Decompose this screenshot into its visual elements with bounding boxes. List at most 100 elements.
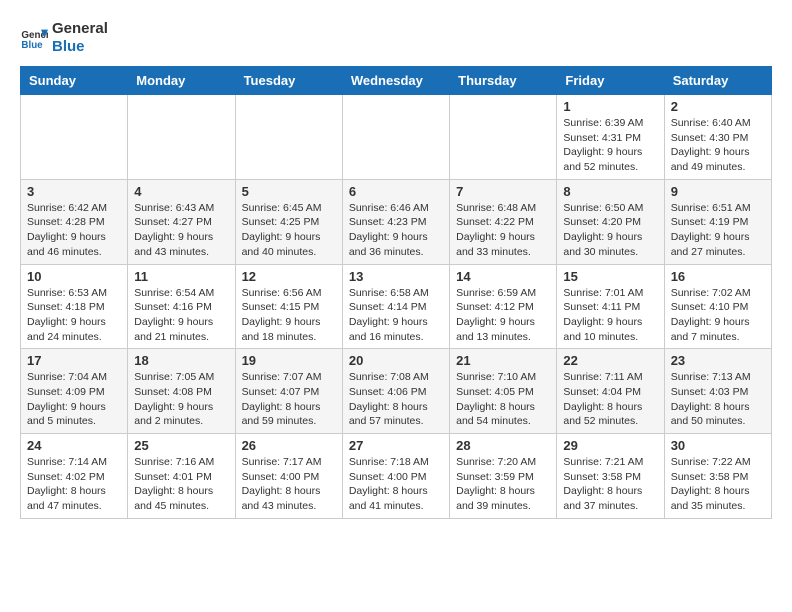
day-number: 14 xyxy=(456,269,550,284)
day-info: Sunrise: 6:39 AM Sunset: 4:31 PM Dayligh… xyxy=(563,116,657,175)
day-info: Sunrise: 6:42 AM Sunset: 4:28 PM Dayligh… xyxy=(27,201,121,260)
day-info: Sunrise: 7:16 AM Sunset: 4:01 PM Dayligh… xyxy=(134,455,228,514)
day-number: 30 xyxy=(671,438,765,453)
weekday-header-friday: Friday xyxy=(557,67,664,95)
day-number: 26 xyxy=(242,438,336,453)
calendar-cell: 21 Sunrise: 7:10 AM Sunset: 4:05 PM Dayli… xyxy=(450,349,557,434)
calendar-cell: 15Sunrise: 7:01 AM Sunset: 4:11 PM Dayli… xyxy=(557,264,664,349)
calendar-cell: 25 Sunrise: 7:16 AM Sunset: 4:01 PM Dayli… xyxy=(128,434,235,519)
calendar-cell: 7 Sunrise: 6:48 AM Sunset: 4:22 PM Daylig… xyxy=(450,179,557,264)
day-info: Sunrise: 7:08 AM Sunset: 4:06 PM Dayligh… xyxy=(349,370,443,429)
day-info: Sunrise: 7:02 AM Sunset: 4:10 PM Dayligh… xyxy=(671,286,765,345)
svg-text:Blue: Blue xyxy=(21,40,43,51)
week-row-2: 3 Sunrise: 6:42 AM Sunset: 4:28 PM Daylig… xyxy=(21,179,772,264)
week-row-4: 17 Sunrise: 7:04 AM Sunset: 4:09 PM Dayli… xyxy=(21,349,772,434)
day-number: 5 xyxy=(242,184,336,199)
day-number: 18 xyxy=(134,353,228,368)
calendar-cell: 2 Sunrise: 6:40 AM Sunset: 4:30 PM Daylig… xyxy=(664,95,771,180)
calendar-cell: 20 Sunrise: 7:08 AM Sunset: 4:06 PM Dayli… xyxy=(342,349,449,434)
day-number: 16 xyxy=(671,269,765,284)
day-info: Sunrise: 7:17 AM Sunset: 4:00 PM Dayligh… xyxy=(242,455,336,514)
day-number: 11 xyxy=(134,269,228,284)
calendar-cell: 10Sunrise: 6:53 AM Sunset: 4:18 PM Dayli… xyxy=(21,264,128,349)
logo-text-general: General xyxy=(52,20,108,38)
calendar-cell: 1 Sunrise: 6:39 AM Sunset: 4:31 PM Daylig… xyxy=(557,95,664,180)
calendar-table: SundayMondayTuesdayWednesdayThursdayFrid… xyxy=(20,66,772,519)
weekday-header-thursday: Thursday xyxy=(450,67,557,95)
calendar-cell: 14 Sunrise: 6:59 AM Sunset: 4:12 PM Dayli… xyxy=(450,264,557,349)
day-number: 7 xyxy=(456,184,550,199)
day-number: 6 xyxy=(349,184,443,199)
day-info: Sunrise: 6:48 AM Sunset: 4:22 PM Dayligh… xyxy=(456,201,550,260)
day-info: Sunrise: 6:58 AM Sunset: 4:14 PM Dayligh… xyxy=(349,286,443,345)
day-info: Sunrise: 6:54 AM Sunset: 4:16 PM Dayligh… xyxy=(134,286,228,345)
weekday-header-sunday: Sunday xyxy=(21,67,128,95)
week-row-5: 24Sunrise: 7:14 AM Sunset: 4:02 PM Dayli… xyxy=(21,434,772,519)
day-info: Sunrise: 7:05 AM Sunset: 4:08 PM Dayligh… xyxy=(134,370,228,429)
day-info: Sunrise: 7:21 AM Sunset: 3:58 PM Dayligh… xyxy=(563,455,657,514)
day-info: Sunrise: 6:50 AM Sunset: 4:20 PM Dayligh… xyxy=(563,201,657,260)
day-info: Sunrise: 7:14 AM Sunset: 4:02 PM Dayligh… xyxy=(27,455,121,514)
calendar-cell: 18 Sunrise: 7:05 AM Sunset: 4:08 PM Dayli… xyxy=(128,349,235,434)
weekday-header-tuesday: Tuesday xyxy=(235,67,342,95)
calendar-cell: 17 Sunrise: 7:04 AM Sunset: 4:09 PM Dayli… xyxy=(21,349,128,434)
day-number: 4 xyxy=(134,184,228,199)
calendar-cell: 5 Sunrise: 6:45 AM Sunset: 4:25 PM Daylig… xyxy=(235,179,342,264)
day-info: Sunrise: 7:13 AM Sunset: 4:03 PM Dayligh… xyxy=(671,370,765,429)
week-row-3: 10Sunrise: 6:53 AM Sunset: 4:18 PM Dayli… xyxy=(21,264,772,349)
day-number: 19 xyxy=(242,353,336,368)
calendar-cell: 16 Sunrise: 7:02 AM Sunset: 4:10 PM Dayli… xyxy=(664,264,771,349)
calendar-cell: 29 Sunrise: 7:21 AM Sunset: 3:58 PM Dayli… xyxy=(557,434,664,519)
calendar-cell: 12 Sunrise: 6:56 AM Sunset: 4:15 PM Dayli… xyxy=(235,264,342,349)
day-info: Sunrise: 6:56 AM Sunset: 4:15 PM Dayligh… xyxy=(242,286,336,345)
day-number: 20 xyxy=(349,353,443,368)
calendar-cell: 6Sunrise: 6:46 AM Sunset: 4:23 PM Daylig… xyxy=(342,179,449,264)
day-number: 3 xyxy=(27,184,121,199)
day-info: Sunrise: 6:43 AM Sunset: 4:27 PM Dayligh… xyxy=(134,201,228,260)
day-number: 8 xyxy=(563,184,657,199)
calendar-cell: 9Sunrise: 6:51 AM Sunset: 4:19 PM Daylig… xyxy=(664,179,771,264)
day-info: Sunrise: 7:01 AM Sunset: 4:11 PM Dayligh… xyxy=(563,286,657,345)
day-info: Sunrise: 6:59 AM Sunset: 4:12 PM Dayligh… xyxy=(456,286,550,345)
calendar-cell: 28Sunrise: 7:20 AM Sunset: 3:59 PM Dayli… xyxy=(450,434,557,519)
day-info: Sunrise: 6:45 AM Sunset: 4:25 PM Dayligh… xyxy=(242,201,336,260)
calendar-cell: 27 Sunrise: 7:18 AM Sunset: 4:00 PM Dayli… xyxy=(342,434,449,519)
day-number: 17 xyxy=(27,353,121,368)
day-number: 28 xyxy=(456,438,550,453)
calendar-cell xyxy=(235,95,342,180)
day-number: 22 xyxy=(563,353,657,368)
day-number: 25 xyxy=(134,438,228,453)
calendar-cell: 30 Sunrise: 7:22 AM Sunset: 3:58 PM Dayli… xyxy=(664,434,771,519)
calendar-cell: 23Sunrise: 7:13 AM Sunset: 4:03 PM Dayli… xyxy=(664,349,771,434)
weekday-header-wednesday: Wednesday xyxy=(342,67,449,95)
day-info: Sunrise: 7:11 AM Sunset: 4:04 PM Dayligh… xyxy=(563,370,657,429)
calendar-cell: 3 Sunrise: 6:42 AM Sunset: 4:28 PM Daylig… xyxy=(21,179,128,264)
header: General Blue General Blue xyxy=(20,20,772,56)
week-row-1: 1 Sunrise: 6:39 AM Sunset: 4:31 PM Daylig… xyxy=(21,95,772,180)
calendar-cell: 26 Sunrise: 7:17 AM Sunset: 4:00 PM Dayli… xyxy=(235,434,342,519)
day-info: Sunrise: 6:40 AM Sunset: 4:30 PM Dayligh… xyxy=(671,116,765,175)
logo-text-blue: Blue xyxy=(52,38,108,56)
logo-icon: General Blue xyxy=(20,24,48,52)
day-number: 10 xyxy=(27,269,121,284)
day-number: 21 xyxy=(456,353,550,368)
calendar-cell xyxy=(21,95,128,180)
day-number: 2 xyxy=(671,99,765,114)
day-info: Sunrise: 7:22 AM Sunset: 3:58 PM Dayligh… xyxy=(671,455,765,514)
calendar-cell: 4 Sunrise: 6:43 AM Sunset: 4:27 PM Daylig… xyxy=(128,179,235,264)
day-number: 29 xyxy=(563,438,657,453)
day-info: Sunrise: 7:04 AM Sunset: 4:09 PM Dayligh… xyxy=(27,370,121,429)
calendar-cell xyxy=(128,95,235,180)
day-number: 12 xyxy=(242,269,336,284)
calendar-cell: 24Sunrise: 7:14 AM Sunset: 4:02 PM Dayli… xyxy=(21,434,128,519)
day-number: 27 xyxy=(349,438,443,453)
logo: General Blue General Blue xyxy=(20,20,108,56)
day-info: Sunrise: 7:07 AM Sunset: 4:07 PM Dayligh… xyxy=(242,370,336,429)
day-number: 9 xyxy=(671,184,765,199)
day-info: Sunrise: 7:18 AM Sunset: 4:00 PM Dayligh… xyxy=(349,455,443,514)
day-info: Sunrise: 7:10 AM Sunset: 4:05 PM Dayligh… xyxy=(456,370,550,429)
day-number: 1 xyxy=(563,99,657,114)
day-number: 13 xyxy=(349,269,443,284)
calendar-cell: 22 Sunrise: 7:11 AM Sunset: 4:04 PM Dayli… xyxy=(557,349,664,434)
calendar-cell: 8 Sunrise: 6:50 AM Sunset: 4:20 PM Daylig… xyxy=(557,179,664,264)
